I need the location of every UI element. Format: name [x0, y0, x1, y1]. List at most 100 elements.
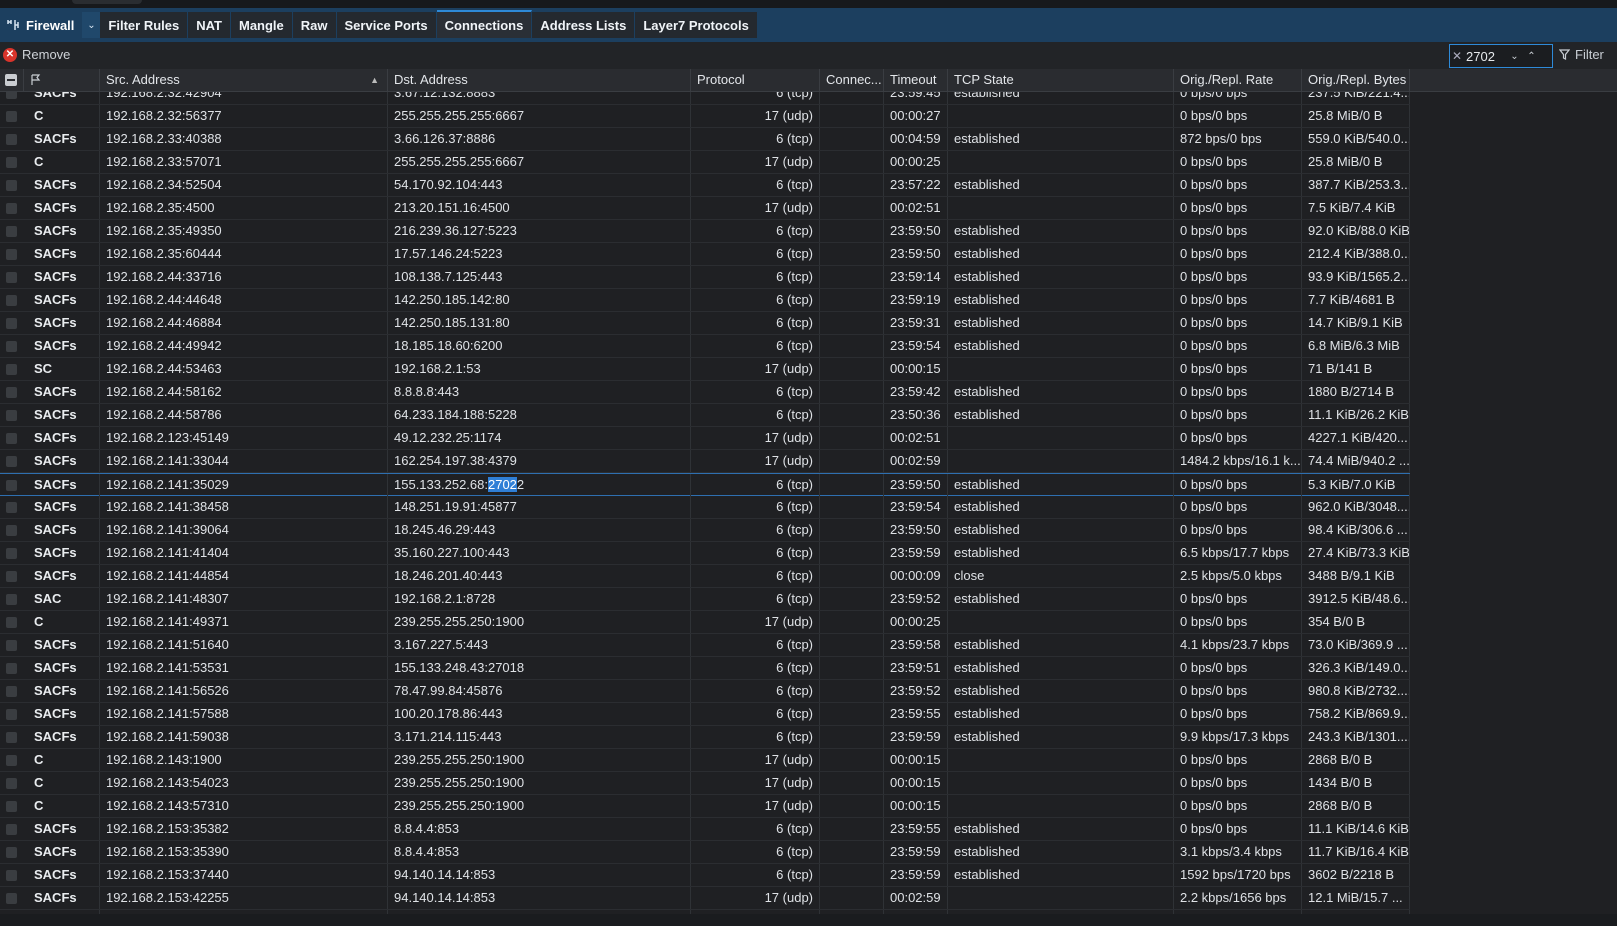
row-checkbox[interactable]	[6, 709, 17, 720]
search-prev-button[interactable]: ⌃	[1523, 51, 1540, 62]
table-row[interactable]: SACFs 192.168.2.153:37440 94.140.14.14:853…	[0, 864, 1410, 887]
header-bytes[interactable]: Orig./Repl. Bytes	[1302, 69, 1410, 91]
row-checkbox[interactable]	[6, 755, 17, 766]
table-row[interactable]: SACFs 192.168.2.32:42904 3.67.12.132:8883 6…	[0, 92, 1410, 105]
table-row[interactable]: SACFs 192.168.2.141:41404 35.160.227.100:4…	[0, 542, 1410, 565]
row-checkbox[interactable]	[6, 433, 17, 444]
clear-search-icon[interactable]: ✕	[1450, 49, 1464, 63]
header-connection[interactable]: Connec...	[820, 69, 884, 91]
row-checkbox[interactable]	[6, 272, 17, 283]
table-row[interactable]: SACFs 192.168.2.141:51640 3.167.227.5:443 6…	[0, 634, 1410, 657]
table-row[interactable]: C 192.168.2.141:49371 239.255.255.250:1900…	[0, 611, 1410, 634]
header-protocol[interactable]: Protocol	[691, 69, 820, 91]
row-checkbox[interactable]	[6, 640, 17, 651]
tab-raw[interactable]: Raw	[292, 12, 337, 38]
row-checkbox[interactable]	[6, 480, 17, 491]
row-checkbox[interactable]	[6, 180, 17, 191]
row-checkbox[interactable]	[6, 249, 17, 260]
tab-service-ports[interactable]: Service Ports	[336, 12, 437, 38]
row-checkbox[interactable]	[6, 870, 17, 881]
row-checkbox[interactable]	[6, 456, 17, 467]
firewall-title[interactable]: Firewall	[0, 8, 82, 42]
filter-button[interactable]: Filter	[1559, 47, 1604, 62]
row-checkbox[interactable]	[6, 778, 17, 789]
row-checkbox[interactable]	[6, 226, 17, 237]
table-row[interactable]: SACFs 192.168.2.141:59038 3.171.214.115:44…	[0, 726, 1410, 749]
table-row[interactable]: SACFs 192.168.2.35:60444 17.57.146.24:5223…	[0, 243, 1410, 266]
row-checkbox[interactable]	[6, 387, 17, 398]
table-row[interactable]: C 192.168.2.143:54023 239.255.255.250:1900…	[0, 772, 1410, 795]
row-checkbox[interactable]	[6, 341, 17, 352]
table-row[interactable]: SACFs 192.168.2.141:57588 100.20.178.86:44…	[0, 703, 1410, 726]
table-row[interactable]: SACFs 192.168.2.141:53531 155.133.248.43:2…	[0, 657, 1410, 680]
row-checkbox[interactable]	[6, 134, 17, 145]
row-checkbox[interactable]	[6, 502, 17, 513]
row-checkbox[interactable]	[6, 686, 17, 697]
table-row[interactable]: SACFs 192.168.2.141:56526 78.47.99.84:4587…	[0, 680, 1410, 703]
row-checkbox[interactable]	[6, 594, 17, 605]
row-checkbox[interactable]	[6, 663, 17, 674]
row-checkbox[interactable]	[6, 847, 17, 858]
row-checkbox[interactable]	[6, 203, 17, 214]
row-checkbox[interactable]	[6, 548, 17, 559]
table-row[interactable]: SACFs 192.168.2.34:52504 54.170.92.104:443…	[0, 174, 1410, 197]
remove-button[interactable]: ✕ Remove	[3, 47, 70, 62]
select-all-checkbox[interactable]	[5, 74, 17, 86]
header-flags[interactable]	[24, 69, 100, 91]
search-input[interactable]	[1464, 48, 1506, 64]
row-checkbox[interactable]	[6, 732, 17, 743]
header-dst-address[interactable]: Dst. Address	[388, 69, 691, 91]
row-checkbox[interactable]	[6, 801, 17, 812]
row-checkbox[interactable]	[6, 92, 17, 99]
row-checkbox[interactable]	[6, 410, 17, 421]
table-row-selected[interactable]: SACFs 192.168.2.141:35029 155.133.252.68:2…	[0, 473, 1410, 496]
table-row[interactable]: SAC 192.168.2.141:48307 192.168.2.1:8728 6 …	[0, 588, 1410, 611]
row-checkbox[interactable]	[6, 318, 17, 329]
table-row[interactable]: SACFs 192.168.2.44:58162 8.8.8.8:443 6 (tcp…	[0, 381, 1410, 404]
table-row[interactable]: SACFs 192.168.2.141:44854 18.246.201.40:44…	[0, 565, 1410, 588]
tab-layer7-protocols[interactable]: Layer7 Protocols	[635, 12, 758, 38]
table-row[interactable]: SACFs 192.168.2.141:33044 162.254.197.38:4…	[0, 450, 1410, 473]
row-checkbox[interactable]	[6, 111, 17, 122]
tab-dropdown-button[interactable]: ⌄	[82, 12, 101, 38]
row-checkbox[interactable]	[6, 571, 17, 582]
row-checkbox[interactable]	[6, 157, 17, 168]
table-row[interactable]: SC 192.168.2.44:53463 192.168.2.1:53 17 (ud…	[0, 358, 1410, 381]
table-row[interactable]: SACFs 192.168.2.153:42255 94.140.14.14:853…	[0, 887, 1410, 910]
tab-nat[interactable]: NAT	[188, 12, 231, 38]
firewall-title-label: Firewall	[26, 17, 75, 33]
row-checkbox[interactable]	[6, 824, 17, 835]
row-checkbox[interactable]	[6, 525, 17, 536]
header-rate[interactable]: Orig./Repl. Rate	[1174, 69, 1302, 91]
table-row[interactable]: C 192.168.2.143:57310 239.255.255.250:1900…	[0, 795, 1410, 818]
row-checkbox[interactable]	[6, 617, 17, 628]
table-row[interactable]: SACFs 192.168.2.153:35390 8.8.4.4:853 6 (tc…	[0, 841, 1410, 864]
header-select-all[interactable]	[0, 69, 24, 91]
table-row[interactable]: SACFs 192.168.2.44:58786 64.233.184.188:52…	[0, 404, 1410, 427]
header-src-address[interactable]: Src. Address ▲	[100, 69, 388, 91]
table-row[interactable]: C 192.168.2.32:56377 255.255.255.255:6667 1…	[0, 105, 1410, 128]
table-row[interactable]: SACFs 192.168.2.44:33716 108.138.7.125:443…	[0, 266, 1410, 289]
table-row[interactable]: SACFs 192.168.2.141:38458 148.251.19.91:45…	[0, 496, 1410, 519]
table-row[interactable]: C 192.168.2.143:1900 239.255.255.250:1900 1…	[0, 749, 1410, 772]
search-next-button[interactable]: ⌄	[1506, 51, 1523, 62]
tab-filter-rules[interactable]: Filter Rules	[100, 12, 189, 38]
row-checkbox[interactable]	[6, 364, 17, 375]
tab-connections[interactable]: Connections	[436, 10, 533, 38]
table-row[interactable]: SACFs 192.168.2.44:46884 142.250.185.131:8…	[0, 312, 1410, 335]
table-row[interactable]: SACFs 192.168.2.35:49350 216.239.36.127:52…	[0, 220, 1410, 243]
header-timeout[interactable]: Timeout	[884, 69, 948, 91]
row-checkbox[interactable]	[6, 295, 17, 306]
table-row[interactable]: SACFs 192.168.2.44:44648 142.250.185.142:8…	[0, 289, 1410, 312]
header-tcp-state[interactable]: TCP State	[948, 69, 1174, 91]
tab-mangle[interactable]: Mangle	[230, 12, 293, 38]
table-row[interactable]: SACFs 192.168.2.33:40388 3.66.126.37:8886 6…	[0, 128, 1410, 151]
table-row[interactable]: SACFs 192.168.2.153:35382 8.8.4.4:853 6 (tc…	[0, 818, 1410, 841]
table-row[interactable]: SACFs 192.168.2.141:39064 18.245.46.29:443…	[0, 519, 1410, 542]
table-row[interactable]: SACFs 192.168.2.123:45149 49.12.232.25:117…	[0, 427, 1410, 450]
row-checkbox[interactable]	[6, 893, 17, 904]
tab-address-lists[interactable]: Address Lists	[532, 12, 636, 38]
table-row[interactable]: SACFs 192.168.2.35:4500 213.20.151.16:4500…	[0, 197, 1410, 220]
table-row[interactable]: SACFs 192.168.2.44:49942 18.185.18.60:6200…	[0, 335, 1410, 358]
table-row[interactable]: C 192.168.2.33:57071 255.255.255.255:6667 1…	[0, 151, 1410, 174]
